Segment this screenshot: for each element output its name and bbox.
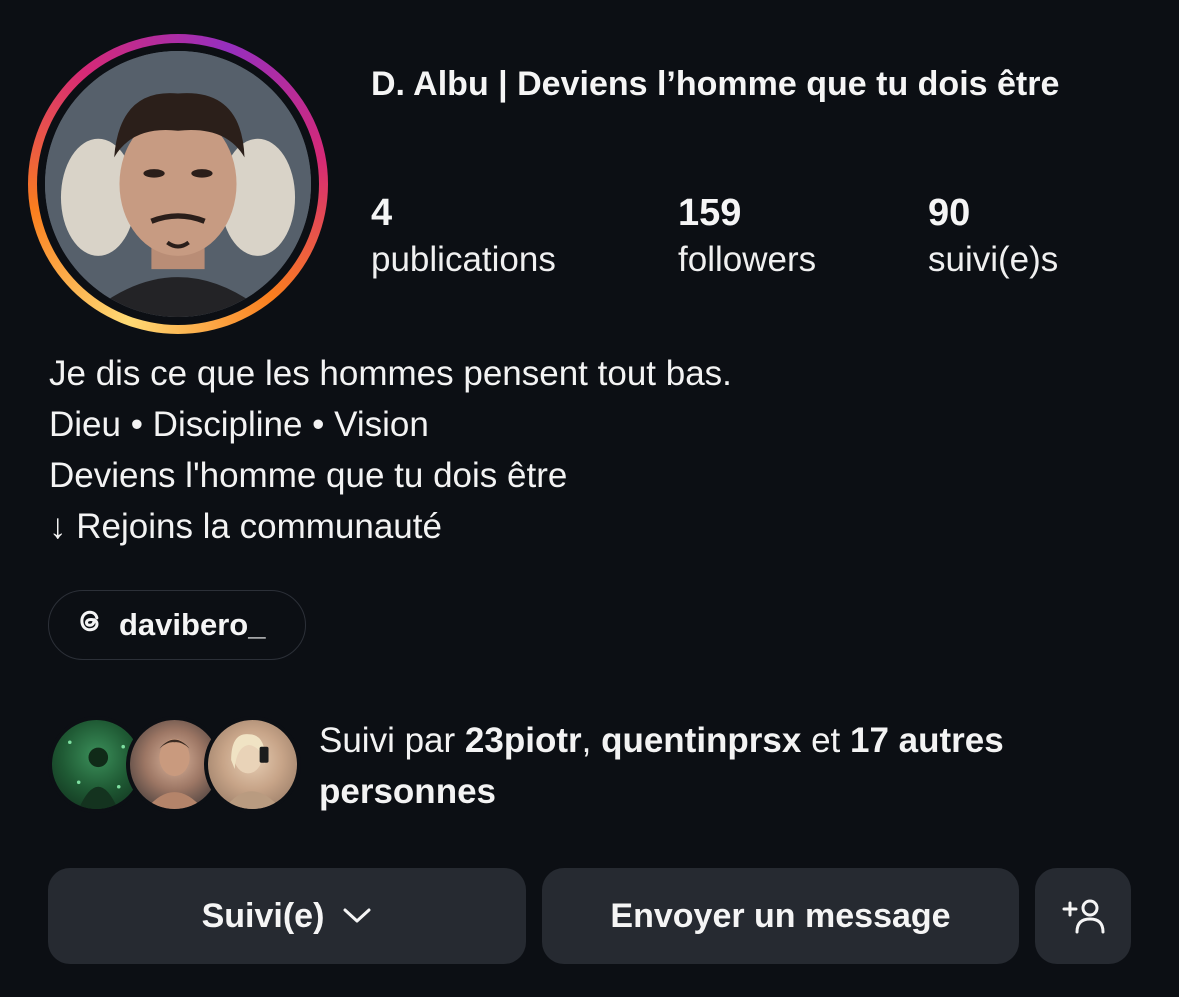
followed-prefix: Suivi par <box>319 721 465 760</box>
stat-count: 4 <box>371 192 393 234</box>
avatar-photo <box>45 51 311 317</box>
followed-and: et <box>801 721 850 760</box>
profile-name: D. Albu | Deviens l’homme que tu dois êt… <box>371 65 1060 103</box>
avatar <box>204 716 301 813</box>
stat-followers[interactable]: 159 followers <box>678 190 816 284</box>
threads-handle: davibero_ <box>119 607 266 642</box>
mutual-followers-text[interactable]: Suivi par 23piotr, quentinprsx et 17 aut… <box>319 715 1139 817</box>
following-label: Suivi(e) <box>201 896 325 935</box>
mutual-followers-avatars[interactable] <box>48 716 301 814</box>
bio-line: Dieu • Discipline • Vision <box>49 405 429 444</box>
mutual-user-link[interactable]: quentinprsx <box>601 721 801 760</box>
threads-icon <box>75 606 105 644</box>
stat-following[interactable]: 90 suivi(e)s <box>928 190 1058 284</box>
profile-avatar[interactable] <box>28 34 328 334</box>
mutual-user-link[interactable]: 23piotr <box>465 721 582 760</box>
profile-bio: Je dis ce que les hommes pensent tout ba… <box>49 348 732 552</box>
add-person-icon <box>1060 896 1106 936</box>
stat-count: 90 <box>928 192 971 234</box>
following-button[interactable]: Suivi(e) <box>48 868 526 964</box>
message-label: Envoyer un message <box>610 896 951 935</box>
send-message-button[interactable]: Envoyer un message <box>542 868 1019 964</box>
profile-page: D. Albu | Deviens l’homme que tu dois êt… <box>0 0 1179 997</box>
stat-label: suivi(e)s <box>928 240 1059 279</box>
followed-separator: , <box>581 721 602 760</box>
bio-line: Je dis ce que les hommes pensent tout ba… <box>49 354 732 393</box>
stat-count: 159 <box>678 192 742 234</box>
chevron-down-icon <box>342 906 372 926</box>
threads-link[interactable]: davibero_ <box>48 590 306 660</box>
stat-label: publications <box>371 240 556 279</box>
bio-line: ↓ Rejoins la communauté <box>49 507 442 546</box>
stat-label: followers <box>678 240 817 279</box>
avatar-portrait <box>45 51 311 317</box>
stat-publications[interactable]: 4 publications <box>371 190 556 284</box>
bio-line: Deviens l'homme que tu dois être <box>49 456 568 495</box>
suggest-people-button[interactable] <box>1035 868 1131 964</box>
